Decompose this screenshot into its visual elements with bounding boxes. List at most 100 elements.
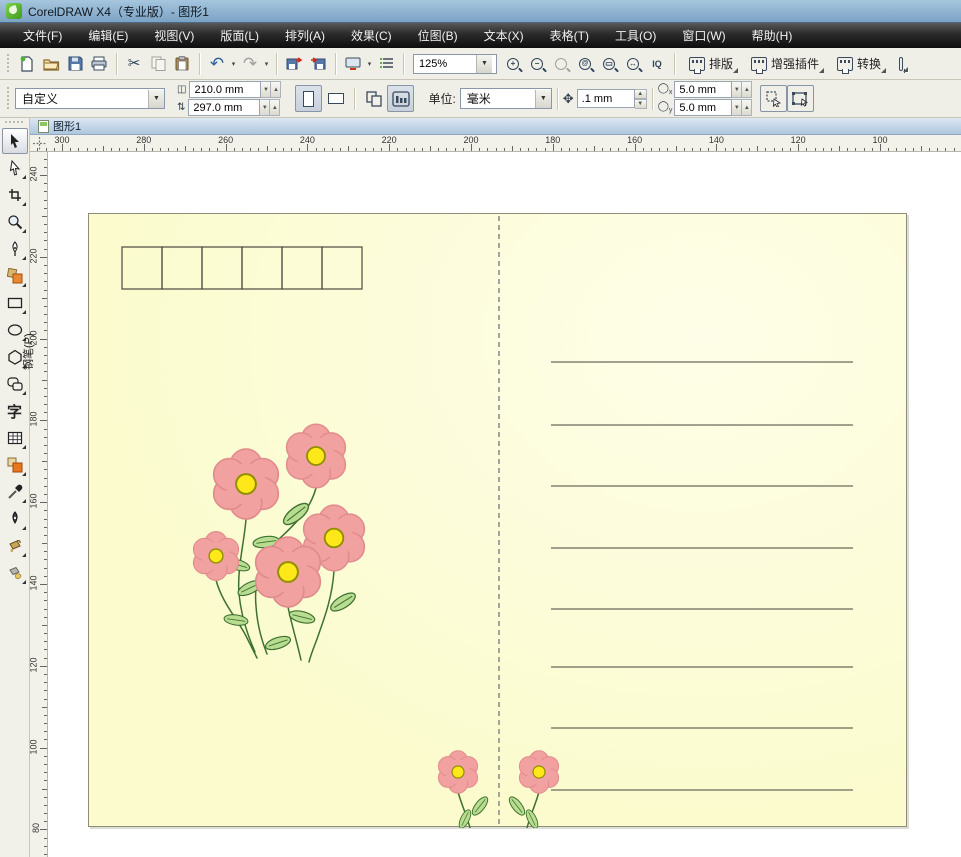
clipped-plugin-button[interactable]	[892, 54, 910, 74]
open-button[interactable]	[39, 52, 63, 76]
bounding-box-toggle[interactable]	[787, 85, 815, 112]
postal-code-boxes[interactable]	[121, 246, 363, 290]
postal-code-box[interactable]	[161, 246, 203, 290]
menu-table[interactable]: 表格(T)	[537, 23, 602, 48]
redo-button[interactable]: ↷	[238, 52, 262, 76]
interactive-fill-tool[interactable]	[2, 560, 28, 586]
rectangle-tool[interactable]	[2, 290, 28, 316]
flowers[interactable]	[192, 423, 560, 794]
enhance-plugin-button[interactable]: 增强插件	[744, 52, 826, 75]
smart-fill-tool[interactable]	[2, 263, 28, 289]
horizontal-ruler[interactable]: 300 280 260 240 220 200 180 160 140 120 100	[30, 135, 961, 152]
postal-code-box[interactable]	[241, 246, 283, 290]
zoom-tool[interactable]	[2, 209, 28, 235]
writing-lines[interactable]	[551, 361, 853, 791]
cut-button[interactable]: ✂	[122, 52, 146, 76]
menu-edit[interactable]: 编辑(E)	[75, 23, 141, 48]
ruler-origin-icon[interactable]	[33, 137, 46, 150]
print-button[interactable]	[87, 52, 111, 76]
menu-text[interactable]: 文本(X)	[471, 23, 537, 48]
menu-arrange[interactable]: 排列(A)	[272, 23, 338, 48]
options-button[interactable]	[374, 52, 398, 76]
all-pages-button[interactable]	[360, 85, 387, 112]
postal-code-box[interactable]	[321, 246, 363, 290]
typesetting-plugin-button[interactable]: 排版	[682, 52, 740, 75]
redo-dropdown[interactable]: ▾	[262, 52, 271, 76]
zoom-page-button[interactable]: ▭	[597, 52, 621, 76]
zoom-one-shot-button[interactable]	[549, 52, 573, 76]
units-dropdown[interactable]: ▼	[534, 89, 551, 108]
menu-effects[interactable]: 效果(C)	[338, 23, 405, 48]
outline-pen-tool[interactable]	[2, 506, 28, 532]
paste-button[interactable]	[170, 52, 194, 76]
postal-code-box[interactable]	[121, 246, 163, 290]
import-button[interactable]	[282, 52, 306, 76]
duplicate-x-input[interactable]	[674, 81, 733, 98]
treat-as-filled-toggle[interactable]	[760, 85, 788, 112]
copy-button[interactable]	[146, 52, 170, 76]
postal-code-box[interactable]	[281, 246, 323, 290]
pick-tool[interactable]	[1, 128, 28, 154]
eyedropper-tool[interactable]	[2, 479, 28, 505]
zoom-height-button[interactable]: IQ	[645, 52, 669, 76]
undo-dropdown[interactable]: ▾	[229, 52, 238, 76]
menu-layout[interactable]: 版面(L)	[207, 23, 272, 48]
zoom-in-button[interactable]: +	[501, 52, 525, 76]
blend-tool[interactable]	[2, 452, 28, 478]
zoom-out-button[interactable]: −	[525, 52, 549, 76]
menu-help[interactable]: 帮助(H)	[739, 23, 806, 48]
launcher-dropdown[interactable]: ▾	[365, 52, 374, 76]
units-combo[interactable]: 毫米 ▼	[459, 88, 552, 109]
duplicate-x-spinner[interactable]: ▼ ▲	[732, 81, 753, 98]
menu-bitmaps[interactable]: 位图(B)	[405, 23, 471, 48]
portrait-button[interactable]	[295, 85, 323, 112]
toolbar-grip[interactable]	[6, 52, 11, 75]
menu-view[interactable]: 视图(V)	[141, 23, 207, 48]
undo-button[interactable]: ↶	[205, 52, 229, 76]
drawing-canvas[interactable]	[48, 152, 961, 857]
flower[interactable]	[285, 423, 347, 489]
flower[interactable]	[212, 448, 280, 520]
freehand-pen-tool[interactable]	[2, 236, 28, 262]
save-button[interactable]	[63, 52, 87, 76]
vertical-ruler[interactable]: 240 220 200 180 160 140 120 100 80	[30, 152, 48, 857]
zoom-level-combo[interactable]: ▼	[413, 53, 497, 74]
current-page-button[interactable]	[387, 85, 415, 112]
zoom-level-input[interactable]	[414, 54, 476, 73]
page-preset-combo[interactable]: 自定义 ▼	[15, 88, 165, 109]
paper-height-spinner[interactable]: ▼ ▲	[260, 99, 281, 116]
menu-window[interactable]: 窗口(W)	[669, 23, 738, 48]
menu-tools[interactable]: 工具(O)	[602, 23, 669, 48]
landscape-button[interactable]	[322, 85, 349, 112]
flower[interactable]	[192, 530, 240, 582]
paper-width-input[interactable]	[189, 81, 262, 98]
postcard-page[interactable]	[88, 213, 907, 828]
shape-tool[interactable]	[2, 155, 28, 181]
new-button[interactable]	[15, 52, 39, 76]
text-tool[interactable]: 字	[2, 398, 28, 424]
crop-tool[interactable]	[2, 182, 28, 208]
convert-plugin-button[interactable]: 转换	[830, 52, 888, 75]
menu-file[interactable]: 文件(F)	[10, 23, 75, 48]
duplicate-y-spinner[interactable]: ▼ ▲	[732, 99, 753, 116]
zoom-level-dropdown[interactable]: ▼	[476, 54, 492, 73]
document-tab[interactable]: 图形1	[30, 118, 89, 134]
flower[interactable]	[254, 536, 322, 608]
paper-width-spinner[interactable]: ▼ ▲	[261, 81, 282, 98]
zoom-selection-button[interactable]: @	[573, 52, 597, 76]
flower[interactable]	[518, 750, 560, 794]
basic-shapes-tool[interactable]	[2, 371, 28, 397]
table-tool[interactable]	[2, 425, 28, 451]
nudge-input[interactable]	[576, 89, 635, 108]
postal-code-box[interactable]	[201, 246, 243, 290]
nudge-spinner[interactable]: ▲ ▼	[634, 88, 647, 109]
flower[interactable]	[437, 750, 479, 794]
paper-height-input[interactable]	[188, 99, 261, 116]
page-preset-dropdown[interactable]: ▼	[148, 89, 164, 108]
zoom-width-button[interactable]: ↔	[621, 52, 645, 76]
fill-tool[interactable]	[2, 533, 28, 559]
application-launcher-button[interactable]	[341, 52, 365, 76]
duplicate-y-input[interactable]	[674, 99, 733, 116]
toolbox-grip[interactable]	[4, 120, 25, 125]
export-button[interactable]	[306, 52, 330, 76]
